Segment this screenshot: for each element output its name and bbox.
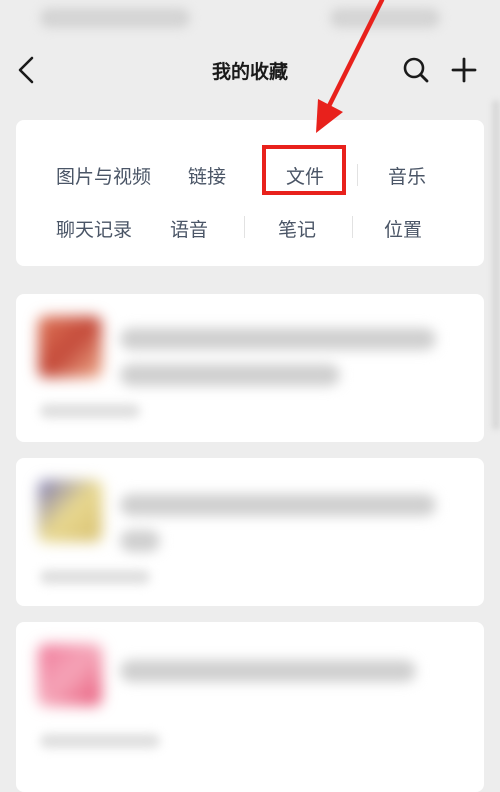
item-thumbnail — [38, 644, 102, 706]
status-bar-right-blurred — [330, 8, 440, 28]
item-title-blurred — [120, 328, 436, 350]
item-thumbnail — [38, 480, 102, 542]
filter-location[interactable]: 位置 — [384, 215, 422, 242]
navigation-bar: 我的收藏 — [0, 40, 500, 100]
add-button[interactable] — [444, 50, 484, 90]
filter-panel — [16, 120, 484, 266]
filter-divider — [357, 164, 358, 186]
filter-chat-history[interactable]: 聊天记录 — [56, 215, 132, 242]
favorite-item[interactable] — [16, 622, 484, 792]
favorite-item[interactable] — [16, 294, 484, 442]
favorite-item[interactable] — [16, 458, 484, 606]
filter-music[interactable]: 音乐 — [388, 162, 426, 189]
item-title-blurred — [120, 660, 416, 682]
status-bar-left-blurred — [40, 8, 190, 28]
item-meta-blurred — [40, 734, 160, 748]
item-thumbnail — [38, 316, 102, 378]
search-icon — [403, 57, 429, 83]
search-button[interactable] — [398, 52, 434, 88]
item-title-blurred — [120, 530, 160, 552]
filter-notes[interactable]: 笔记 — [278, 215, 316, 242]
item-title-blurred — [120, 364, 340, 386]
filter-divider — [244, 216, 245, 238]
item-meta-blurred — [40, 570, 150, 584]
item-title-blurred — [120, 494, 436, 516]
status-bar — [0, 0, 500, 36]
item-meta-blurred — [40, 404, 140, 418]
filter-links[interactable]: 链接 — [188, 162, 226, 189]
annotation-highlight-box — [262, 145, 346, 195]
scroll-indicator — [492, 100, 500, 430]
filter-voice[interactable]: 语音 — [170, 215, 208, 242]
filter-images-videos[interactable]: 图片与视频 — [56, 162, 151, 189]
filter-divider — [352, 216, 353, 238]
plus-icon — [451, 57, 477, 83]
